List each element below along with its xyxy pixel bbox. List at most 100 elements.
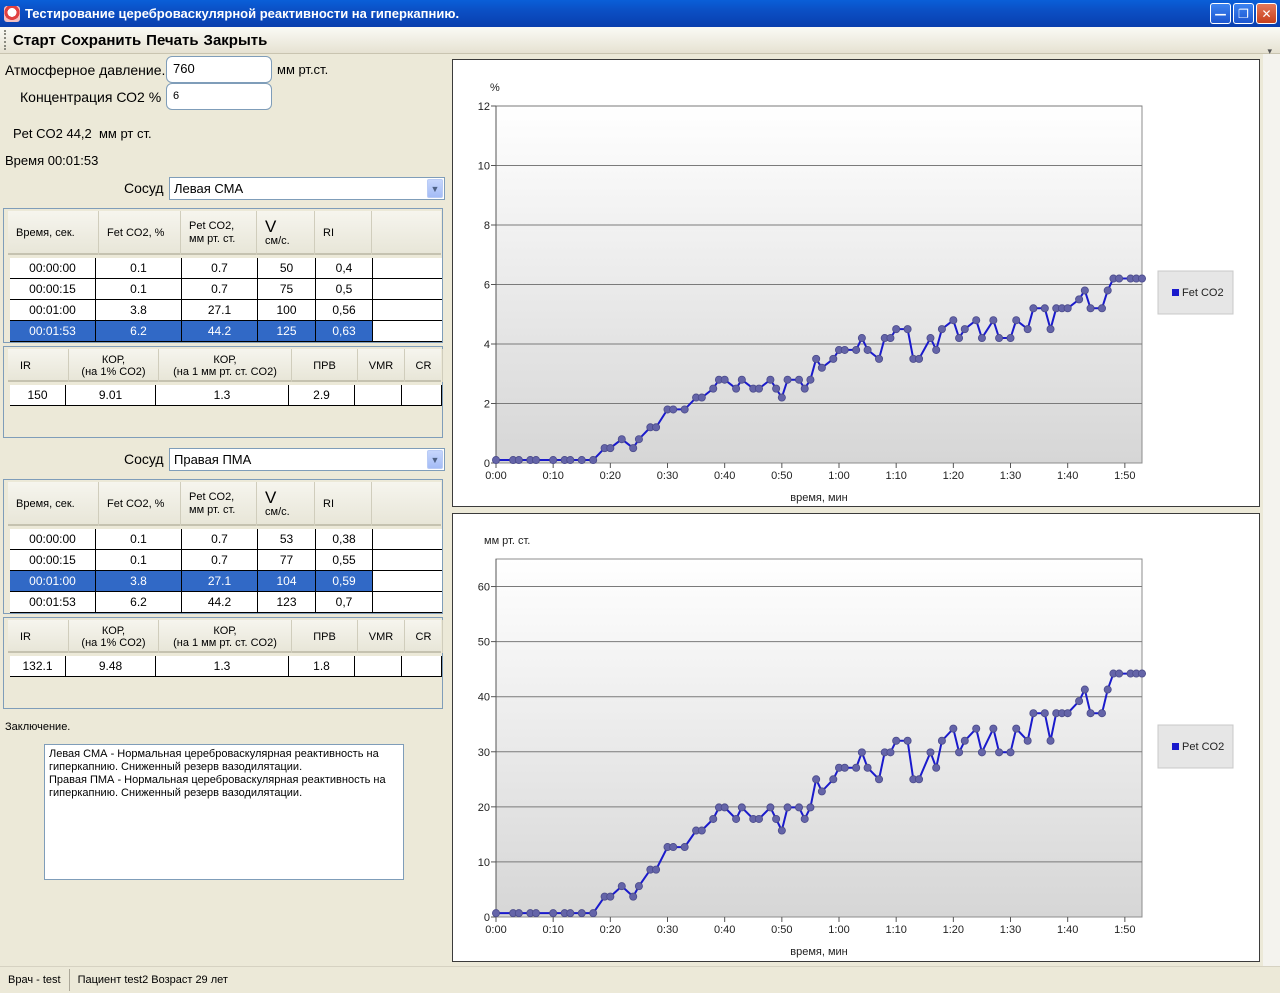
y-tick-label: 0 [484, 912, 490, 924]
conclusion-textarea[interactable]: Левая СМА - Нормальная цереброваскулярна… [44, 744, 404, 880]
data-point [532, 456, 541, 465]
x-tick-label: 0:30 [657, 470, 678, 482]
data-point [949, 724, 958, 733]
data-point [766, 803, 775, 812]
data-point [709, 814, 718, 823]
x-tick-label: 1:00 [828, 470, 849, 482]
pet-co2-readout: Pet CO2 44,2 мм рт ст. [13, 126, 152, 141]
table-row[interactable]: 00:01:53 6.2 44.2 125 0,63 [10, 321, 442, 342]
y-tick-label: 30 [478, 747, 490, 759]
table-cell-blank [373, 571, 442, 591]
data-point [903, 736, 912, 745]
maximize-button[interactable]: ❐ [1233, 3, 1254, 24]
y-tick-label: 20 [478, 802, 490, 814]
summary-cell-kor-percent: 9.01 [66, 385, 156, 405]
table-cell-ri: 0,63 [316, 321, 373, 341]
table-row[interactable]: 00:00:00 0.1 0.7 53 0,38 [10, 529, 442, 550]
close-button[interactable]: Закрыть [204, 32, 268, 49]
co2-concentration-input[interactable]: 6 [166, 83, 272, 110]
table-cell-time: 00:00:15 [10, 550, 96, 570]
table-cell-velocity: 77 [258, 550, 316, 570]
data-point [1006, 334, 1015, 343]
toolbar-grip-icon[interactable] [4, 30, 8, 50]
column-header-velocity: V см/с. [257, 482, 315, 526]
save-button[interactable]: Сохранить [61, 32, 141, 49]
data-point [1097, 304, 1106, 313]
legend-label: Fet CO2 [1182, 287, 1224, 299]
vessel2-select[interactable]: Правая ПМА ▼ [169, 448, 445, 471]
data-point [549, 456, 558, 465]
vessel1-select[interactable]: Левая СМА ▼ [169, 177, 445, 200]
pressure-label: Атмосферное давление. [5, 62, 166, 78]
data-point [817, 787, 826, 796]
y-axis-label: мм рт. ст. [484, 535, 530, 547]
data-point [1012, 316, 1021, 325]
table-row[interactable]: 00:01:00 3.8 27.1 100 0,56 [10, 300, 442, 321]
table-cell-blank [373, 300, 442, 320]
table-cell-blank [373, 258, 442, 278]
start-button[interactable]: Старт [13, 32, 56, 49]
data-point [634, 435, 643, 444]
table-row[interactable]: 00:01:00 3.8 27.1 104 0,59 [10, 571, 442, 592]
table-cell-velocity: 125 [258, 321, 316, 341]
data-point [1012, 724, 1021, 733]
table-cell-time: 00:00:15 [10, 279, 96, 299]
summary-header-ir: IR [8, 620, 69, 653]
data-point [955, 748, 964, 757]
summary-header-kor-mmhg: КОР, (на 1 мм рт. ст. CO2) [159, 349, 292, 382]
status-bar: Врач - test Пациент test2 Возраст 29 лет [0, 966, 1280, 993]
print-button[interactable]: Печать [146, 32, 198, 49]
data-point [514, 456, 523, 465]
data-point [829, 354, 838, 363]
table-row[interactable]: 00:00:15 0.1 0.7 75 0,5 [10, 279, 442, 300]
close-window-button[interactable]: ✕ [1256, 3, 1277, 24]
data-point [634, 882, 643, 891]
minimize-button[interactable]: — [1210, 3, 1231, 24]
summary-row[interactable]: 150 9.01 1.3 2.9 [10, 385, 442, 406]
y-tick-label: 60 [478, 582, 490, 594]
table-cell-ri: 0,5 [316, 279, 373, 299]
summary-cell-kor-percent: 9.48 [66, 656, 156, 676]
data-point [1138, 274, 1147, 283]
plot-area [495, 558, 1143, 918]
pressure-input[interactable]: 760 [166, 56, 272, 83]
vertical-scrollbar[interactable] [1263, 54, 1280, 966]
data-point [840, 763, 849, 772]
x-tick-label: 0:50 [771, 924, 792, 936]
y-tick-label: 4 [484, 339, 490, 351]
table-row[interactable]: 00:00:00 0.1 0.7 50 0,4 [10, 258, 442, 279]
chevron-down-icon[interactable]: ▼ [427, 179, 443, 198]
x-tick-label: 1:10 [885, 470, 906, 482]
table-row[interactable]: 00:01:53 6.2 44.2 123 0,7 [10, 592, 442, 613]
data-point [669, 843, 678, 852]
table-row[interactable]: 00:00:15 0.1 0.7 77 0,55 [10, 550, 442, 571]
data-point [732, 384, 741, 393]
data-point [977, 334, 986, 343]
x-tick-label: 0:50 [771, 470, 792, 482]
data-point [915, 775, 924, 784]
summary-header: IR КОР, (на 1% CO2) КОР, (на 1 мм рт. ст… [8, 620, 443, 653]
table-cell-pet-co2: 0.7 [182, 258, 258, 278]
column-header-fet-co2: Fet CO2, % [99, 211, 181, 255]
data-point [772, 384, 781, 393]
summary-row[interactable]: 132.1 9.48 1.3 1.8 [10, 656, 442, 677]
table-cell-velocity: 75 [258, 279, 316, 299]
data-point [606, 444, 615, 453]
data-point [800, 384, 809, 393]
data-point [926, 334, 935, 343]
table-cell-time: 00:01:53 [10, 321, 96, 341]
data-point [806, 375, 815, 384]
title-bar: Тестирование цереброваскулярной реактивн… [0, 0, 1280, 27]
data-point [577, 456, 586, 465]
chevron-down-icon[interactable]: ▼ [427, 450, 443, 469]
data-point [492, 456, 501, 465]
data-point [1103, 286, 1112, 295]
data-point [783, 375, 792, 384]
column-header-pet-co2: Pet CO2, мм рт. ст. [181, 211, 257, 255]
velocity-symbol: V [265, 217, 277, 236]
pet-co2-chart: 0 10 20 30 40 50 60 0:00 0:10 0:20 0:30 0:40 0:50 1:0… [478, 535, 1234, 958]
data-point [514, 909, 523, 918]
table-cell-pet-co2: 27.1 [182, 300, 258, 320]
x-tick-label: 1:50 [1114, 924, 1135, 936]
vessel2-selected-value: Правая ПМА [174, 452, 252, 467]
